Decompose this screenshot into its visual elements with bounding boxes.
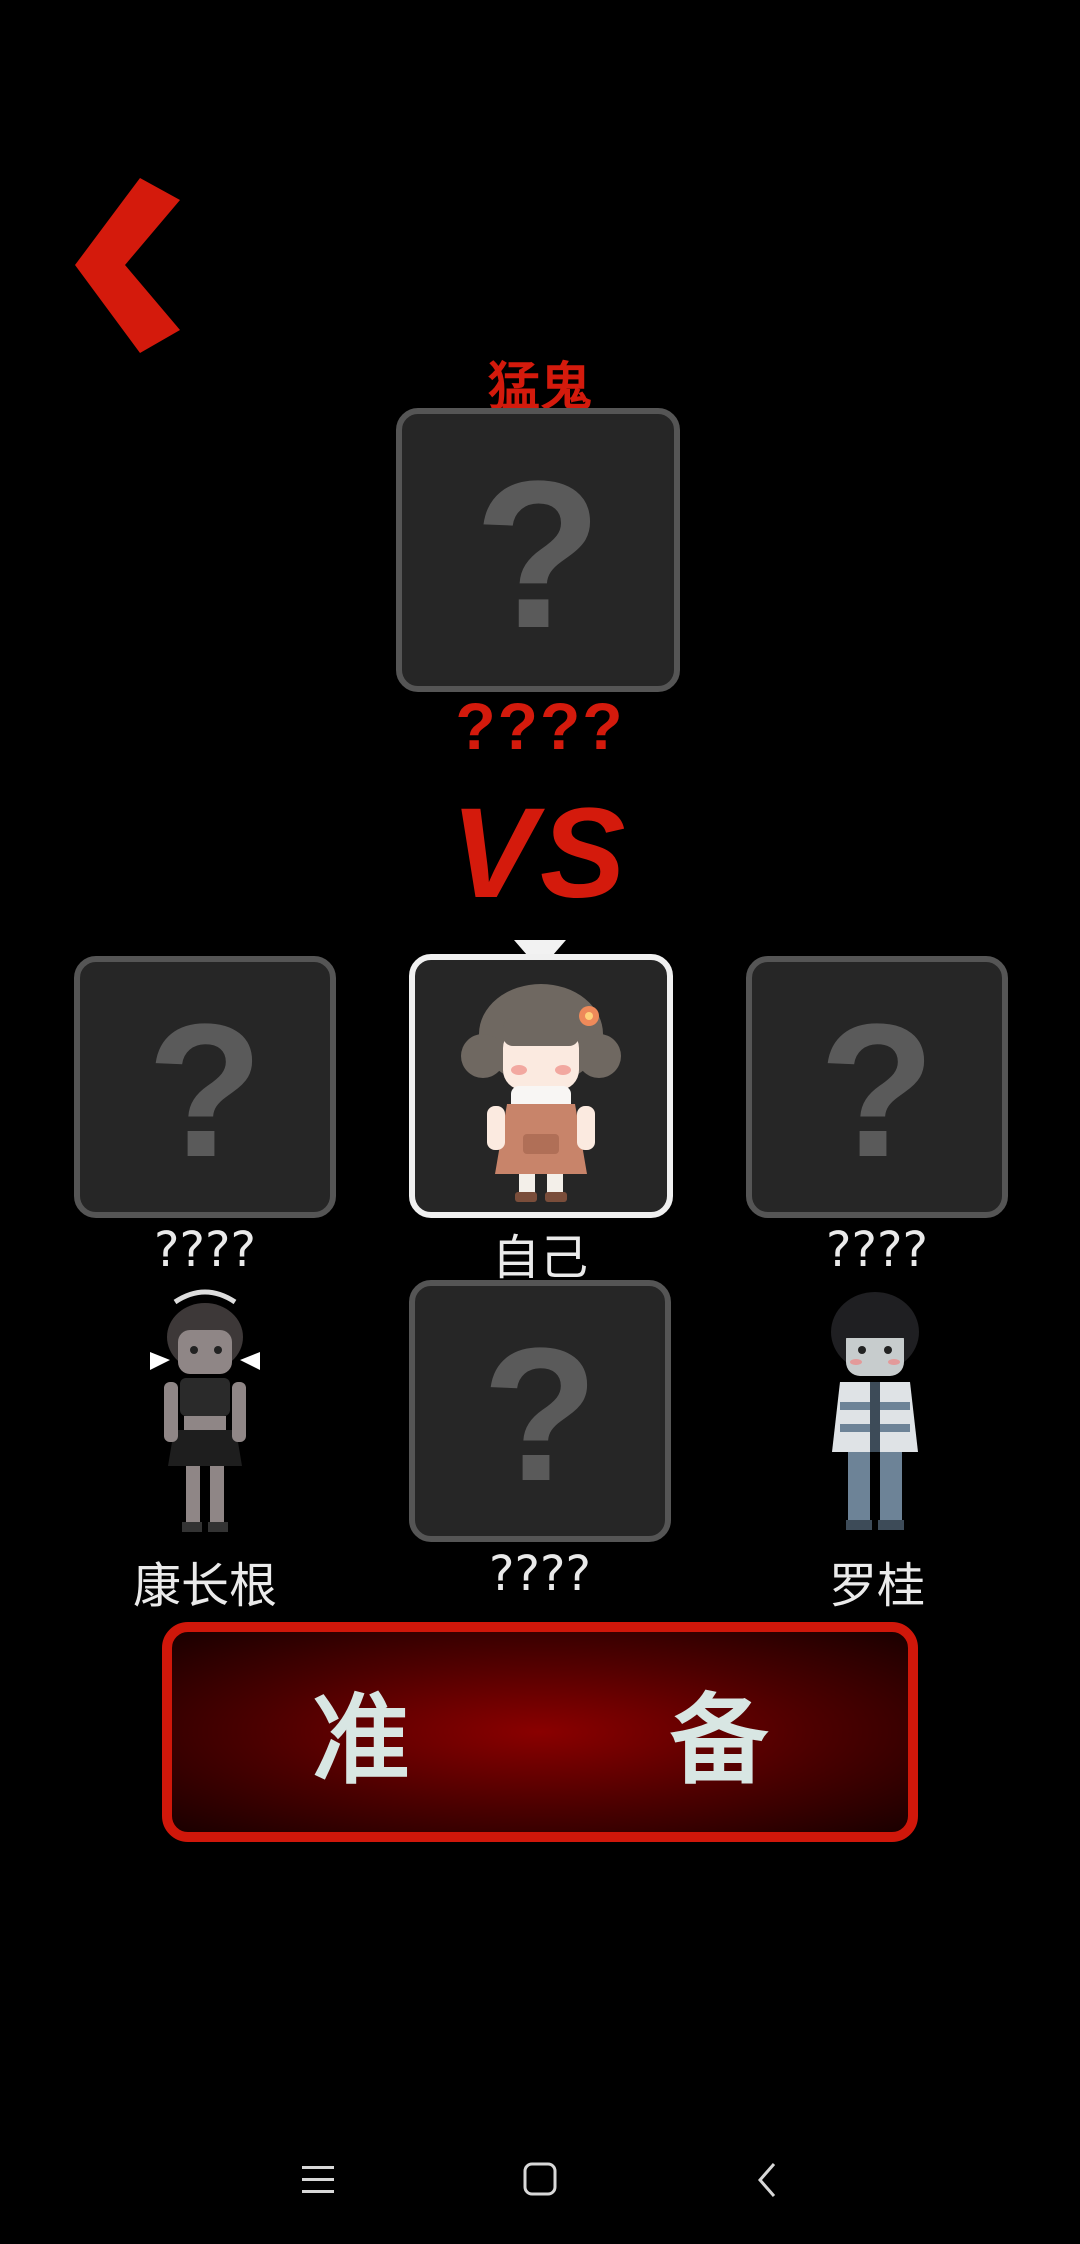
player-slot-left[interactable]: ?	[74, 956, 336, 1218]
chevron-left-icon	[75, 178, 180, 353]
girl-avatar-icon	[461, 984, 621, 1202]
player-name-self: 自己	[491, 1230, 588, 1286]
player-name-kang: 康长根	[132, 1558, 277, 1614]
kang-character-icon	[150, 1289, 260, 1532]
question-mark-icon: ?	[481, 1309, 599, 1521]
character-kang[interactable]	[130, 1282, 280, 1542]
system-nav-bar	[0, 2130, 1080, 2230]
home-button[interactable]	[510, 2150, 570, 2210]
player-name-bottom: ????	[489, 1546, 591, 1602]
nav-back-button[interactable]	[738, 2150, 798, 2210]
ghost-slot[interactable]: ?	[396, 408, 680, 692]
menu-icon	[302, 2166, 334, 2193]
ghost-name: ????	[455, 689, 625, 763]
player-name-luo: 罗桂	[828, 1558, 925, 1614]
player-name-left: ????	[154, 1222, 256, 1278]
luo-character-icon	[831, 1292, 919, 1530]
question-mark-icon: ?	[818, 985, 936, 1197]
character-luo[interactable]	[810, 1282, 940, 1542]
home-icon	[523, 2162, 557, 2196]
question-mark-icon: ?	[473, 437, 603, 672]
player-name-right: ????	[826, 1222, 928, 1278]
question-mark-icon: ?	[146, 985, 264, 1197]
vs-title: VS	[450, 782, 630, 925]
menu-button[interactable]	[288, 2150, 348, 2210]
ready-button-char-2: 备	[669, 1684, 768, 1798]
ready-button[interactable]: 准 备	[162, 1622, 918, 1842]
player-slot-self[interactable]	[409, 954, 673, 1218]
player-slot-right[interactable]: ?	[746, 956, 1008, 1218]
back-button[interactable]	[70, 178, 190, 353]
player-slot-bottom[interactable]: ?	[409, 1280, 671, 1542]
ready-button-char-1: 准	[312, 1684, 411, 1798]
back-icon	[758, 2163, 776, 2197]
